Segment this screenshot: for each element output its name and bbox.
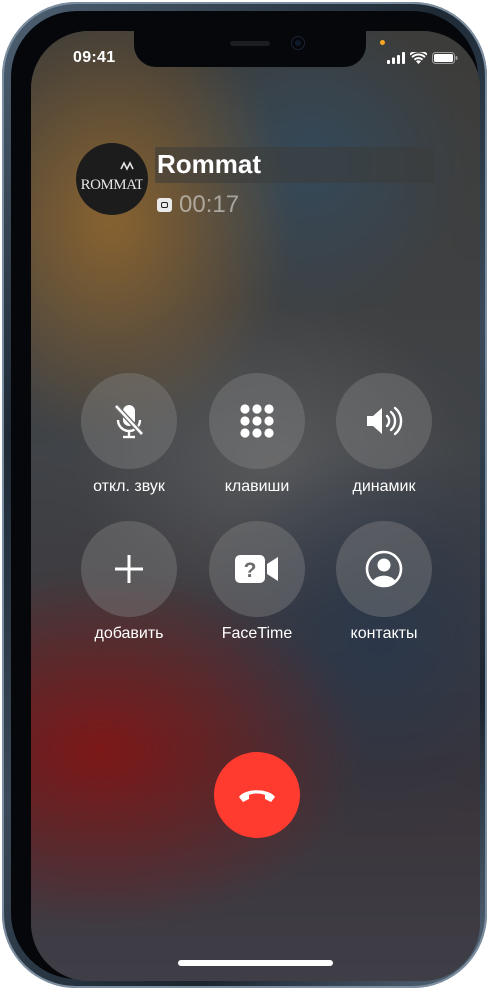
keypad-label: клавиши: [224, 478, 290, 495]
status-time: 09:41: [73, 49, 116, 66]
end-call-icon: [239, 790, 275, 802]
status-icons: [387, 52, 458, 64]
status-bar: 09:41: [31, 31, 480, 85]
recording-badge-icon: [157, 198, 172, 212]
earpiece: [230, 41, 270, 46]
add-call-button[interactable]: [81, 521, 177, 617]
caller-info: ROMMAT Rommat 00:17: [31, 143, 480, 223]
mute-label: откл. звук: [93, 478, 165, 495]
avatar-logo-text: ROMMAT: [81, 177, 143, 193]
keypad-icon: [240, 404, 274, 438]
screen: 09:41 ROMMAT Rommat 00:17 откл. звук кла…: [31, 31, 480, 981]
phone-frame: 09:41 ROMMAT Rommat 00:17 откл. звук кла…: [2, 2, 487, 988]
contacts-button[interactable]: [336, 521, 432, 617]
privacy-indicator-dot: [380, 40, 385, 45]
cellular-signal-icon: [387, 52, 405, 64]
avatar[interactable]: ROMMAT: [76, 143, 148, 215]
battery-icon: [432, 52, 458, 64]
call-status-row: 00:17: [157, 191, 239, 219]
speaker-icon: [367, 406, 403, 436]
end-call-button[interactable]: [214, 752, 300, 838]
home-indicator[interactable]: [178, 960, 333, 966]
contacts-label: контакты: [350, 625, 418, 642]
facetime-button[interactable]: ?: [209, 521, 305, 617]
plus-icon: [115, 555, 143, 583]
speaker-button[interactable]: [336, 373, 432, 469]
keypad-button[interactable]: [209, 373, 305, 469]
notch: [134, 31, 366, 67]
mute-button[interactable]: [81, 373, 177, 469]
phone-bezel: 09:41 ROMMAT Rommat 00:17 откл. звук кла…: [11, 11, 480, 981]
facetime-unknown-icon: ?: [235, 555, 278, 583]
front-camera: [292, 37, 304, 49]
speaker-label: динамик: [352, 478, 416, 495]
svg-text:?: ?: [244, 559, 257, 582]
facetime-label: FaceTime: [221, 625, 293, 642]
avatar-logo: ROMMAT: [81, 161, 143, 193]
call-duration: 00:17: [179, 191, 240, 218]
add-call-label: добавить: [94, 625, 164, 642]
caller-name: Rommat: [157, 149, 262, 179]
wifi-icon: [410, 52, 427, 64]
mic-off-icon: [114, 404, 144, 439]
contact-icon: [365, 550, 403, 588]
